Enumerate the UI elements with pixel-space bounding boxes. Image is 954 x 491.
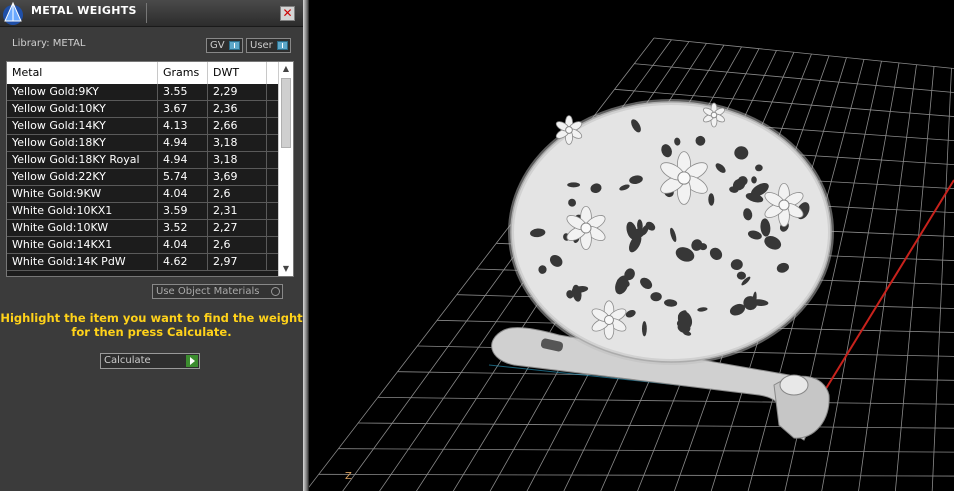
metal-cell: White Gold:14K PdW (7, 254, 158, 270)
ring-model (491, 99, 834, 441)
scroll-up-icon[interactable]: ▲ (279, 62, 293, 76)
table-scrollbar[interactable]: ▲ ▼ (278, 62, 293, 276)
grams-cell: 4.94 (158, 152, 208, 168)
table-row[interactable]: White Gold:9KW 4.04 2,6 (7, 186, 279, 203)
table-row[interactable]: Yellow Gold:14KY 4.13 2,66 (7, 118, 279, 135)
viewport-canvas (309, 37, 954, 491)
instruction-text: Highlight the item you want to find the … (0, 311, 303, 339)
dwt-cell: 2,66 (208, 118, 267, 134)
use-object-materials-label: Use Object Materials (156, 286, 260, 297)
metal-cell: Yellow Gold:10KY (7, 101, 158, 117)
x-axis-line (818, 179, 954, 401)
scroll-down-icon[interactable]: ▼ (279, 262, 293, 276)
radio-icon (271, 287, 280, 296)
instruction-line-2: for then press Calculate. (71, 325, 232, 339)
grams-cell: 4.04 (158, 237, 208, 253)
dwt-cell: 2,29 (208, 84, 267, 100)
metal-cell: Yellow Gold:18KY Royal (7, 152, 158, 168)
toggle-switch-icon (229, 41, 240, 50)
dwt-cell: 3,18 (208, 135, 267, 151)
dwt-cell: 2,36 (208, 101, 267, 117)
grams-cell: 3.55 (158, 84, 208, 100)
dwt-cell: 3,69 (208, 169, 267, 185)
use-object-materials-toggle[interactable]: Use Object Materials (152, 284, 283, 299)
calculate-label: Calculate (104, 355, 151, 366)
dwt-cell: 2,6 (208, 237, 267, 253)
column-header-dwt[interactable]: DWT (208, 62, 267, 84)
table-row[interactable]: White Gold:10KX1 3.59 2,31 (7, 203, 279, 220)
column-header-metal[interactable]: Metal (7, 62, 158, 84)
metal-cell: Yellow Gold:14KY (7, 118, 158, 134)
metal-cell: Yellow Gold:22KY (7, 169, 158, 185)
close-button[interactable]: ✕ (280, 6, 295, 21)
metal-cell: Yellow Gold:18KY (7, 135, 158, 151)
dwt-cell: 2,97 (208, 254, 267, 270)
panel-title: METAL WEIGHTS (31, 4, 137, 17)
table-row[interactable]: Yellow Gold:18KY Royal 4.94 3,18 (7, 152, 279, 169)
app-logo-icon (3, 1, 23, 25)
instruction-line-1: Highlight the item you want to find the … (0, 311, 303, 325)
column-header-grams[interactable]: Grams (158, 62, 208, 84)
table-row[interactable]: Yellow Gold:22KY 5.74 3,69 (7, 169, 279, 186)
play-arrow-icon (186, 355, 198, 367)
table-row[interactable]: Yellow Gold:18KY 4.94 3,18 (7, 135, 279, 152)
grams-cell: 5.74 (158, 169, 208, 185)
title-divider (146, 3, 147, 23)
grams-cell: 4.13 (158, 118, 208, 134)
grams-cell: 4.94 (158, 135, 208, 151)
user-toggle-label: User (250, 40, 273, 51)
dwt-cell: 2,27 (208, 220, 267, 236)
metal-cell: White Gold:14KX1 (7, 237, 158, 253)
metal-cell: White Gold:9KW (7, 186, 158, 202)
metal-table: Metal Grams DWT Yellow Gold:9KY 3.55 2,29 … (6, 61, 294, 277)
table-row[interactable]: White Gold:14K PdW 4.62 2,97 (7, 254, 279, 271)
dwt-cell: 2,31 (208, 203, 267, 219)
title-bar[interactable]: METAL WEIGHTS ✕ (0, 0, 303, 27)
3d-viewport[interactable]: Z (309, 0, 954, 491)
grams-cell: 3.67 (158, 101, 208, 117)
calculate-button[interactable]: Calculate (100, 353, 200, 369)
table-header: Metal Grams DWT (7, 62, 279, 84)
grams-cell: 3.52 (158, 220, 208, 236)
grams-cell: 4.04 (158, 186, 208, 202)
scroll-thumb[interactable] (281, 78, 291, 148)
table-row[interactable]: Yellow Gold:10KY 3.67 2,36 (7, 101, 279, 118)
metal-cell: White Gold:10KW (7, 220, 158, 236)
table-row[interactable]: White Gold:14KX1 4.04 2,6 (7, 237, 279, 254)
table-rows: Yellow Gold:9KY 3.55 2,29 Yellow Gold:10KY… (7, 84, 279, 271)
grams-cell: 4.62 (158, 254, 208, 270)
axis-label-z: Z (345, 471, 352, 482)
metal-cell: White Gold:10KX1 (7, 203, 158, 219)
library-label: Library: METAL (12, 38, 86, 49)
dwt-cell: 3,18 (208, 152, 267, 168)
metal-cell: Yellow Gold:9KY (7, 84, 158, 100)
dwt-cell: 2,6 (208, 186, 267, 202)
gv-toggle-label: GV (210, 40, 225, 51)
gv-toggle[interactable]: GV (206, 38, 243, 53)
table-row[interactable]: White Gold:10KW 3.52 2,27 (7, 220, 279, 237)
table-row[interactable]: Yellow Gold:9KY 3.55 2,29 (7, 84, 279, 101)
toggle-switch-icon (277, 41, 288, 50)
user-toggle[interactable]: User (246, 38, 291, 53)
grams-cell: 3.59 (158, 203, 208, 219)
metal-weights-panel: METAL WEIGHTS ✕ Library: METAL GV User M… (0, 0, 303, 491)
